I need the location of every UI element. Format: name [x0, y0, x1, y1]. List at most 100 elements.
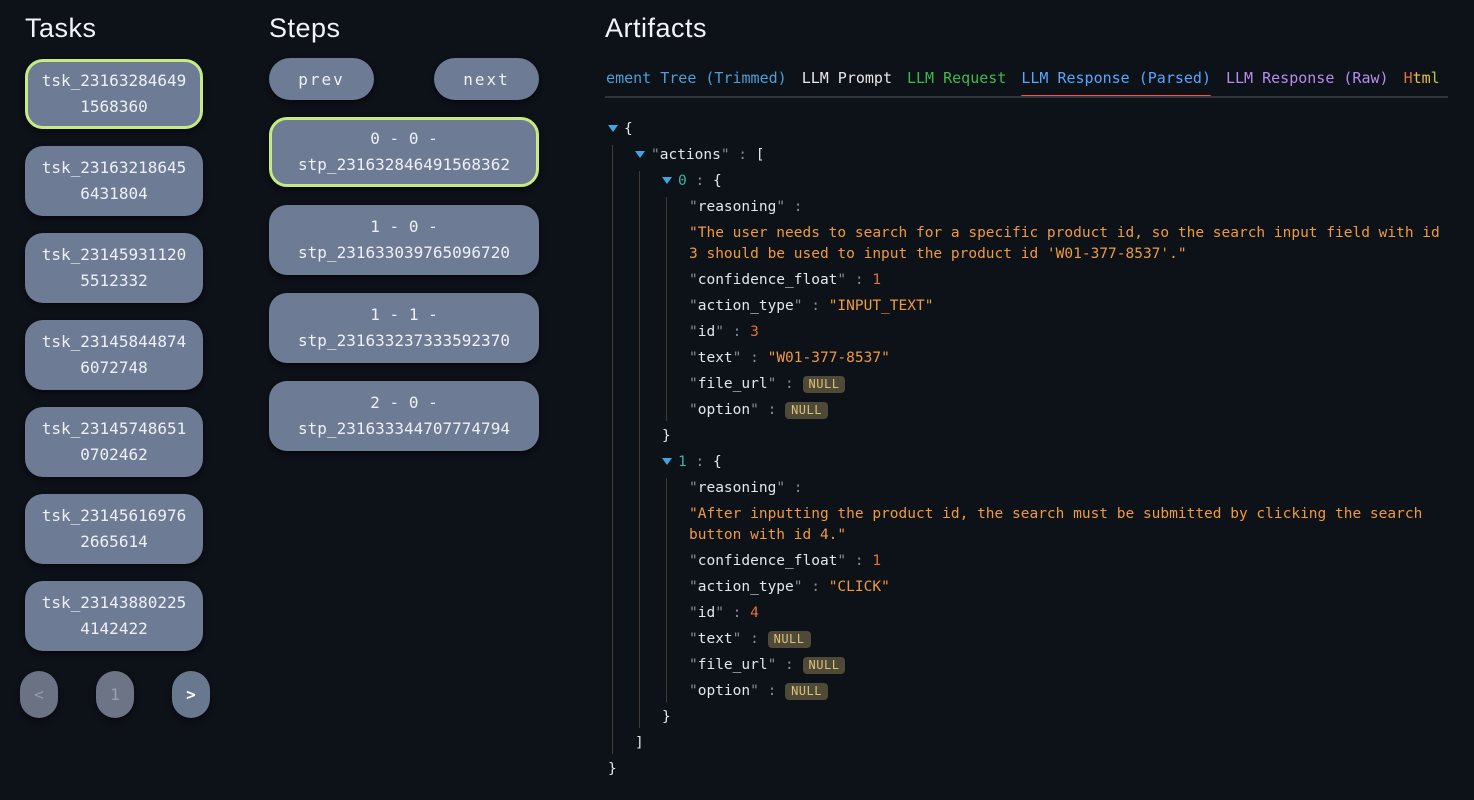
json-string-value: "CLICK" [829, 579, 890, 595]
json-row: "text" : "W01-377-8537" [689, 348, 1448, 369]
json-colon: : [687, 173, 713, 189]
collapse-triangle-icon[interactable] [662, 458, 672, 465]
json-key-name: confidence_float [698, 272, 838, 288]
pagination-page-1-button[interactable]: 1 [96, 671, 134, 718]
json-view: {"actions" : [0 : {"reasoning" : "The us… [605, 119, 1448, 780]
json-colon: : [724, 324, 750, 340]
json-number-value: 3 [750, 324, 759, 340]
json-key-name: confidence_float [698, 553, 838, 569]
task-button[interactable]: tsk_231438802254142422 [25, 581, 203, 651]
json-key: "id" [689, 324, 724, 340]
json-row: 0 : { [662, 171, 1448, 192]
steps-list: 0 - 0 - stp_231632846491568362 1 - 0 - st… [269, 117, 539, 451]
json-row: "action_type" : "CLICK" [689, 577, 1448, 598]
json-string-value: "The user needs to search for a specific… [689, 225, 1440, 262]
json-key: "confidence_float" [689, 553, 846, 569]
json-key-name: text [698, 631, 733, 647]
json-key-name: actions [660, 147, 721, 163]
task-button[interactable]: tsk_231632846491568360 [25, 59, 203, 129]
task-button[interactable]: tsk_231459311205512332 [25, 233, 203, 303]
json-key-name: text [698, 350, 733, 366]
json-key-quote: " [837, 272, 846, 288]
artifacts-tab-bar: Element Tree (Trimmed) LLM Prompt LLM Requ… [605, 68, 1448, 98]
json-punctuation: ] [635, 735, 644, 751]
step-button[interactable]: 1 - 1 - stp_231633237333592370 [269, 293, 539, 363]
steps-nav: prev next [269, 58, 539, 100]
task-button[interactable]: tsk_231457486510702462 [25, 407, 203, 477]
json-key-name: action_type [698, 579, 794, 595]
json-array-index: 1 [678, 454, 687, 470]
json-key-quote: " [689, 350, 698, 366]
step-button[interactable]: 2 - 0 - stp_231633344707774794 [269, 381, 539, 451]
json-key-quote: " [715, 324, 724, 340]
collapse-triangle-icon[interactable] [662, 177, 672, 184]
json-key-quote: " [689, 605, 698, 621]
tab-label-segment [1440, 69, 1448, 87]
json-row: } [662, 707, 1448, 728]
json-punctuation: { [713, 454, 722, 470]
collapse-triangle-icon[interactable] [608, 125, 618, 132]
task-button[interactable]: tsk_231456169762665614 [25, 494, 203, 564]
tab-llm-response-raw[interactable]: LLM Response (Raw) [1226, 68, 1389, 96]
json-colon: : [724, 605, 750, 621]
json-key: "actions" [651, 147, 730, 163]
json-key-quote: " [715, 605, 724, 621]
json-key-name: option [698, 402, 750, 418]
json-row: "The user needs to search for a specific… [689, 223, 1448, 265]
json-row: "action_type" : "INPUT_TEXT" [689, 296, 1448, 317]
pagination-prev-button[interactable]: < [20, 671, 58, 718]
step-button[interactable]: 1 - 0 - stp_231633039765096720 [269, 205, 539, 275]
collapse-triangle-icon[interactable] [635, 151, 645, 158]
tab-element-tree-trimmed[interactable]: Element Tree (Trimmed) [605, 68, 787, 96]
artifacts-panel: Artifacts Element Tree (Trimmed)LLM Prom… [605, 13, 1448, 785]
json-key-quote: " [721, 147, 730, 163]
json-null-badge: NULL [803, 657, 846, 674]
json-row: "reasoning" : [689, 197, 1448, 218]
json-key-quote: " [689, 579, 698, 595]
pagination-next-button[interactable]: > [172, 671, 210, 718]
tab-html-raw[interactable]: Html (Raw) [1404, 68, 1448, 96]
json-key-name: file_url [698, 376, 768, 392]
json-key-quote: " [689, 657, 698, 673]
json-punctuation: } [662, 428, 671, 444]
json-key-quote: " [689, 683, 698, 699]
json-key-quote: " [689, 480, 698, 496]
tab-llm-request[interactable]: LLM Request [907, 68, 1006, 96]
json-string-value: "After inputting the product id, the sea… [689, 506, 1422, 543]
json-punctuation: [ [756, 147, 765, 163]
task-button[interactable]: tsk_231632186456431804 [25, 146, 203, 216]
json-row: "id" : 4 [689, 603, 1448, 624]
tab-llm-response-parsed[interactable]: LLM Response (Parsed) [1021, 68, 1211, 96]
json-key: "option" [689, 402, 759, 418]
steps-prev-button[interactable]: prev [269, 58, 374, 100]
json-row: 1 : { [662, 452, 1448, 473]
tab-llm-prompt[interactable]: LLM Prompt [802, 68, 892, 96]
json-key: "file_url" [689, 657, 776, 673]
json-number-value: 4 [750, 605, 759, 621]
json-key-name: option [698, 683, 750, 699]
json-colon: : [803, 298, 829, 314]
json-key-quote: " [689, 402, 698, 418]
json-key: "id" [689, 605, 724, 621]
json-colon: : [741, 631, 767, 647]
json-null-badge: NULL [785, 683, 828, 700]
json-string-value: "W01-377-8537" [768, 350, 890, 366]
json-colon: : [730, 147, 756, 163]
json-row: } [608, 759, 1448, 780]
json-colon: : [846, 272, 872, 288]
steps-next-button[interactable]: next [434, 58, 539, 100]
json-colon: : [785, 199, 811, 215]
json-key: "reasoning" [689, 480, 785, 496]
json-key: "option" [689, 683, 759, 699]
json-null-badge: NULL [768, 631, 811, 648]
json-key: "file_url" [689, 376, 776, 392]
step-button[interactable]: 0 - 0 - stp_231632846491568362 [269, 117, 539, 187]
json-number-value: 1 [872, 272, 881, 288]
json-row: "confidence_float" : 1 [689, 270, 1448, 291]
json-colon: : [776, 657, 802, 673]
json-colon: : [803, 579, 829, 595]
json-null-badge: NULL [803, 376, 846, 393]
task-button[interactable]: tsk_231458448746072748 [25, 320, 203, 390]
json-row: "file_url" : NULL [689, 655, 1448, 676]
json-colon: : [776, 376, 802, 392]
